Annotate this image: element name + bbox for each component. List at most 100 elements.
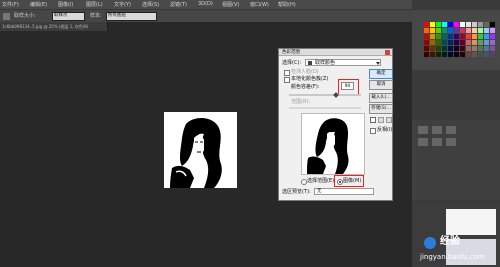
color-swatch[interactable] [436,34,441,39]
layer-thumbnail[interactable] [446,209,496,235]
color-swatch[interactable] [430,22,435,27]
color-swatch[interactable] [466,28,471,33]
color-swatch[interactable] [448,46,453,51]
black-white-icon[interactable] [446,138,456,146]
color-swatch[interactable] [448,40,453,45]
color-swatch[interactable] [442,40,447,45]
color-swatch[interactable] [436,52,441,57]
color-swatch[interactable] [454,34,459,39]
color-swatch[interactable] [430,52,435,57]
color-swatch[interactable] [460,52,465,57]
color-swatch[interactable] [436,46,441,51]
color-swatch[interactable] [478,22,483,27]
color-swatch[interactable] [466,46,471,51]
menu-type[interactable]: 文字(Y) [114,1,131,8]
color-swatch[interactable] [484,34,489,39]
menu-help[interactable]: 帮助(H) [278,1,296,8]
localized-clusters-checkbox[interactable] [284,77,290,83]
color-swatch[interactable] [490,22,495,27]
color-swatch[interactable] [466,34,471,39]
color-swatch[interactable] [490,52,495,57]
color-swatch[interactable] [478,34,483,39]
color-swatch[interactable] [484,46,489,51]
color-swatch[interactable] [454,52,459,57]
color-swatch[interactable] [424,52,429,57]
color-balance-icon[interactable] [432,138,442,146]
sample-layers-select[interactable]: 所有图层 [106,12,157,21]
menu-layer[interactable]: 图层(L) [86,1,103,8]
color-swatch[interactable] [460,46,465,51]
load-button[interactable]: 载入(L)... [369,93,393,103]
subtract-from-sample-icon[interactable] [386,117,392,123]
color-swatch[interactable] [490,28,495,33]
color-swatch[interactable] [472,34,477,39]
color-swatch[interactable] [436,40,441,45]
color-swatch[interactable] [448,52,453,57]
color-swatch[interactable] [430,34,435,39]
color-swatch[interactable] [490,46,495,51]
color-swatch[interactable] [472,28,477,33]
menu-window[interactable]: 窗口(W) [250,1,269,8]
color-swatch[interactable] [442,52,447,57]
color-swatch[interactable] [460,22,465,27]
select-dropdown[interactable]: 取样颜色 [305,59,381,66]
color-swatch[interactable] [442,28,447,33]
color-swatch[interactable] [442,22,447,27]
color-swatch[interactable] [472,52,477,57]
invert-checkbox[interactable] [370,128,376,134]
color-swatch[interactable] [472,40,477,45]
eyedropper-tool-icon[interactable] [370,117,376,123]
menu-image[interactable]: 图像(I) [58,1,73,8]
save-button[interactable]: 存储(S)... [369,104,393,114]
color-swatch[interactable] [436,22,441,27]
color-swatch[interactable] [454,28,459,33]
color-swatch[interactable] [442,34,447,39]
color-swatch[interactable] [436,28,441,33]
color-swatch[interactable] [448,22,453,27]
fuzziness-slider[interactable] [289,94,361,96]
menu-filter[interactable]: 滤镜(T) [170,1,187,8]
color-swatch[interactable] [478,46,483,51]
color-swatch[interactable] [466,52,471,57]
color-swatch[interactable] [448,28,453,33]
color-swatch[interactable] [454,40,459,45]
color-swatch[interactable] [478,40,483,45]
document-tab[interactable]: 1c6bb098134..5.jpg @ 25% (图层 1, 灰色/8) [0,22,108,31]
menu-file[interactable]: 文件(F) [2,1,19,8]
color-swatch[interactable] [472,46,477,51]
color-swatch[interactable] [466,22,471,27]
color-swatch[interactable] [454,46,459,51]
color-swatch[interactable] [460,34,465,39]
sample-size-select[interactable]: 取样点 [52,12,85,21]
menu-select[interactable]: 选择(S) [142,1,159,8]
menu-3d[interactable]: 3D(D) [198,1,213,7]
color-swatch[interactable] [460,40,465,45]
detect-faces-checkbox[interactable] [284,70,290,76]
color-swatch[interactable] [490,40,495,45]
levels-icon[interactable] [432,126,442,134]
color-swatch[interactable] [424,40,429,45]
curves-icon[interactable] [446,126,456,134]
color-swatch[interactable] [484,28,489,33]
color-swatch[interactable] [472,22,477,27]
ok-button[interactable]: 确定 [369,69,393,79]
cancel-button[interactable]: 取消 [369,80,393,90]
color-swatch[interactable] [424,22,429,27]
selection-preview-select[interactable]: 无 [314,188,374,195]
eyedropper-icon[interactable] [3,13,10,20]
color-swatch[interactable] [460,28,465,33]
color-swatch[interactable] [424,34,429,39]
add-to-sample-icon[interactable] [378,117,384,123]
color-swatch[interactable] [448,34,453,39]
color-swatch[interactable] [430,46,435,51]
color-swatch[interactable] [466,40,471,45]
brightness-icon[interactable] [418,126,428,134]
color-swatch[interactable] [454,22,459,27]
color-swatch[interactable] [484,40,489,45]
close-icon[interactable] [385,50,390,55]
menu-edit[interactable]: 编辑(E) [30,1,47,8]
color-swatch[interactable] [478,52,483,57]
color-swatch[interactable] [442,46,447,51]
color-swatch[interactable] [430,28,435,33]
menu-view[interactable]: 视图(V) [222,1,239,8]
